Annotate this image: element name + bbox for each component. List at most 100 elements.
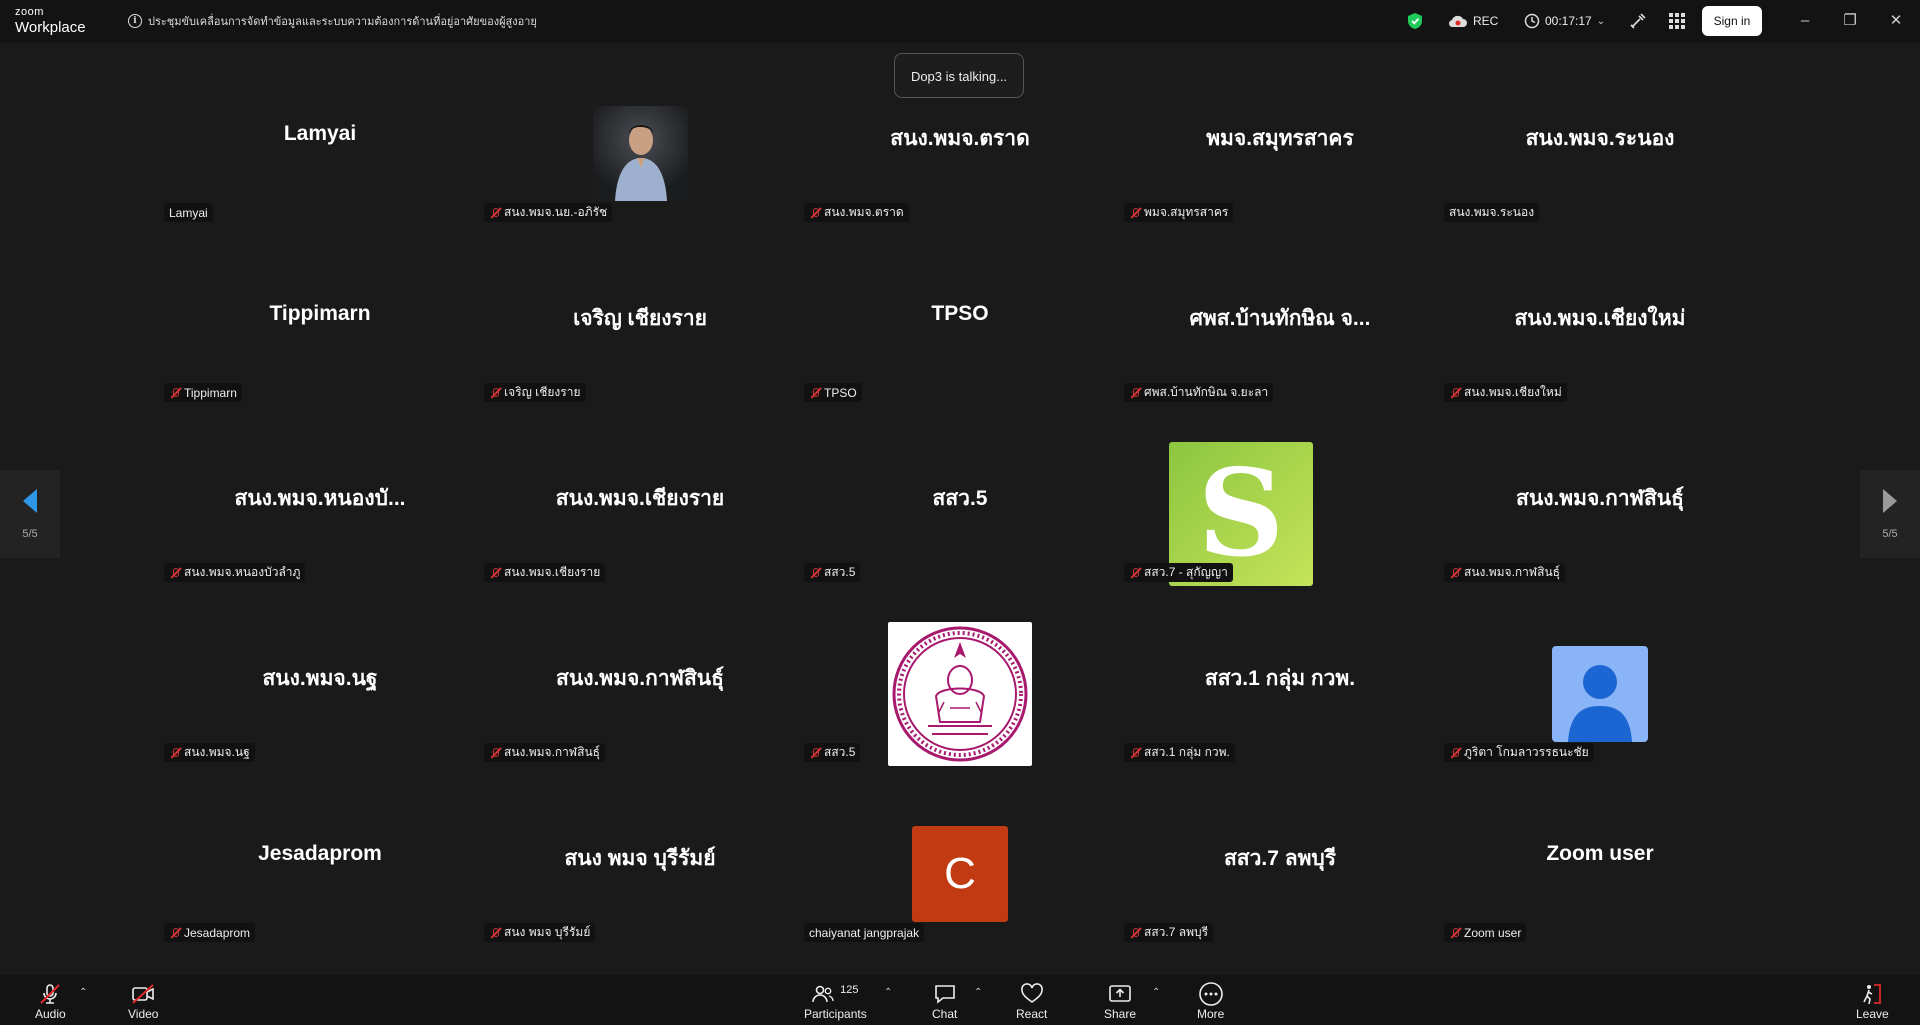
previous-page-button[interactable]: 5/5 — [0, 470, 60, 558]
audio-button[interactable]: Audio — [35, 981, 66, 1021]
audio-label: Audio — [35, 1007, 66, 1021]
recording-indicator[interactable]: REC — [1448, 11, 1498, 31]
participant-tile[interactable]: สสว.5 — [800, 604, 1120, 784]
whiteboard-tool-icon[interactable] — [1629, 11, 1647, 31]
participant-label-text: สสว.7 ลพบุรี — [1144, 925, 1209, 939]
chat-label: Chat — [932, 1007, 958, 1021]
participant-tile[interactable]: ศพส.บ้านทักษิณ จ... ศพส.บ้านทักษิณ จ.ยะลา — [1120, 244, 1440, 424]
participant-display-name: Jesadaprom — [258, 842, 382, 865]
participant-name-label: สนง.พมจ.นฐ — [164, 743, 255, 762]
participant-tile[interactable]: สนง.พมจ.นย.-อภิรัช — [480, 64, 800, 244]
participant-tile[interactable]: สนง.พมจ.ตราด สนง.พมจ.ตราด — [800, 64, 1120, 244]
more-button[interactable]: More — [1197, 981, 1224, 1021]
participant-label-text: สนง.พมจ.กาฬสินธุ์ — [1464, 565, 1560, 579]
meeting-title: ประชุมขับเคลื่อนการจัดทำข้อมูลและระบบควา… — [148, 16, 537, 28]
participants-button[interactable]: 125 Participants — [804, 981, 867, 1021]
participant-label-text: สนง.พมจ.เชียงใหม่ — [1464, 385, 1562, 399]
participant-tile[interactable]: S สสว.7 - สุกัญญา — [1120, 424, 1440, 604]
participant-display-name: เจริญ เชียงราย — [573, 307, 707, 330]
participant-display-name: สนง.พมจ.หนองบั... — [234, 487, 406, 510]
meeting-timer[interactable]: 00:17:17 ⌄ — [1524, 11, 1605, 31]
react-label: React — [1016, 1007, 1048, 1021]
info-icon[interactable]: i — [128, 14, 142, 28]
participants-icon — [812, 985, 834, 1003]
participant-name-label: Jesadaprom — [164, 923, 256, 942]
video-button[interactable]: Video — [128, 981, 158, 1021]
participant-tile[interactable]: สนง.พมจ.หนองบั... สนง.พมจ.หนองบัวลำภู — [160, 424, 480, 604]
participant-name-label: สสว.7 - สุกัญญา — [1124, 563, 1233, 582]
timer-value: 00:17:17 — [1545, 14, 1592, 28]
mic-muted-icon — [489, 746, 502, 759]
participants-options-chevron-icon[interactable]: ⌃ — [884, 987, 892, 998]
leave-button[interactable]: Leave — [1856, 981, 1889, 1021]
mic-muted-icon — [169, 926, 182, 939]
participant-label-text: TPSO — [824, 385, 857, 400]
participant-tile[interactable]: TPSO TPSO — [800, 244, 1120, 424]
more-dots-icon — [1198, 982, 1223, 1006]
mic-muted-icon — [809, 386, 822, 399]
participant-tile[interactable]: ภูริตา โกมลาวรรธนะชัย — [1440, 604, 1760, 784]
participant-label-text: Lamyai — [169, 205, 208, 220]
share-options-chevron-icon[interactable]: ⌃ — [1152, 987, 1160, 998]
react-button[interactable]: React — [1016, 981, 1047, 1021]
participant-tile[interactable]: สนง.พมจ.นฐ สนง.พมจ.นฐ — [160, 604, 480, 784]
leave-door-icon — [1863, 984, 1882, 1005]
participant-tile[interactable]: Zoom user Zoom user — [1440, 784, 1760, 964]
participant-display-name: สนง.พมจ.ระนอง — [1525, 127, 1675, 150]
participant-name-label: สนง พมจ บุรีรัมย์ — [484, 923, 596, 942]
participant-label-text: พมจ.สมุทรสาคร — [1144, 205, 1229, 219]
participant-label-text: สนง.พมจ.นฐ — [184, 745, 250, 759]
close-icon[interactable]: ✕ — [1884, 10, 1908, 32]
participant-label-text: สนง พมจ บุรีรัมย์ — [504, 925, 591, 939]
participant-tile[interactable]: Lamyai Lamyai — [160, 64, 480, 244]
participant-tile[interactable]: สนง พมจ บุรีรัมย์ สนง พมจ บุรีรัมย์ — [480, 784, 800, 964]
cloud-record-icon — [1448, 15, 1467, 28]
participant-label-text: สสว.5 — [824, 565, 856, 579]
participant-name-label: Lamyai — [164, 203, 213, 222]
meeting-info[interactable]: i ประชุมขับเคลื่อนการจัดทำข้อมูลและระบบค… — [128, 12, 537, 30]
video-off-icon — [132, 984, 155, 1004]
next-page-button[interactable]: 5/5 — [1860, 470, 1920, 558]
mic-muted-icon — [1129, 746, 1142, 759]
sign-in-button[interactable]: Sign in — [1702, 6, 1762, 36]
participant-label-text: สนง.พมจ.ระนอง — [1449, 205, 1535, 219]
mic-muted-icon — [169, 746, 182, 759]
participant-tile[interactable]: สนง.พมจ.เชียงราย สนง.พมจ.เชียงราย — [480, 424, 800, 604]
participant-tile[interactable]: Jesadaprom Jesadaprom — [160, 784, 480, 964]
mic-muted-icon — [489, 926, 502, 939]
chat-options-chevron-icon[interactable]: ⌃ — [974, 987, 982, 998]
participant-display-name: ศพส.บ้านทักษิณ จ... — [1189, 307, 1371, 330]
participant-tile[interactable]: Cchaiyanat jangprajak — [800, 784, 1120, 964]
share-button[interactable]: Share — [1104, 981, 1136, 1021]
mic-muted-icon — [169, 566, 182, 579]
participant-tile[interactable]: สสว.5 สสว.5 — [800, 424, 1120, 604]
participant-name-label: พมจ.สมุทรสาคร — [1124, 203, 1234, 222]
participant-name-label: สสว.5 — [804, 563, 861, 582]
chat-button[interactable]: Chat — [932, 981, 957, 1021]
participant-name-label: สนง.พมจ.ตราด — [804, 203, 909, 222]
participant-tile[interactable]: สนง.พมจ.ระนอง สนง.พมจ.ระนอง — [1440, 64, 1760, 244]
apps-grid-icon[interactable] — [1669, 11, 1685, 31]
participant-tile[interactable]: สนง.พมจ.เชียงใหม่ สนง.พมจ.เชียงใหม่ — [1440, 244, 1760, 424]
participant-tile[interactable]: Tippimarn Tippimarn — [160, 244, 480, 424]
participant-tile[interactable]: สสว.1 กลุ่ม กวพ. สสว.1 กลุ่ม กวพ. — [1120, 604, 1440, 784]
page-indicator-right: 5/5 — [1882, 528, 1898, 540]
participant-display-name: สสว.5 — [932, 487, 988, 510]
encryption-shield-icon[interactable] — [1407, 11, 1423, 31]
participant-name-label: สนง.พมจ.หนองบัวลำภู — [164, 563, 306, 582]
participant-tile[interactable]: พมจ.สมุทรสาคร พมจ.สมุทรสาคร — [1120, 64, 1440, 244]
participant-name-label: เจริญ เชียงราย — [484, 383, 586, 402]
participant-tile[interactable]: สนง.พมจ.กาฬสินธุ์ สนง.พมจ.กาฬสินธุ์ — [1440, 424, 1760, 604]
participant-tile[interactable]: สนง.พมจ.กาฬสินธุ์ สนง.พมจ.กาฬสินธุ์ — [480, 604, 800, 784]
audio-options-chevron-icon[interactable]: ⌃ — [79, 987, 87, 998]
mic-muted-icon — [1129, 566, 1142, 579]
mic-muted-icon — [1449, 746, 1462, 759]
minimize-icon[interactable]: – — [1793, 10, 1817, 32]
restore-icon[interactable]: ❐ — [1838, 10, 1862, 32]
chevron-down-icon[interactable]: ⌄ — [1597, 16, 1605, 27]
participant-tile[interactable]: เจริญ เชียงราย เจริญ เชียงราย — [480, 244, 800, 424]
participant-tile[interactable]: สสว.7 ลพบุรี สสว.7 ลพบุรี — [1120, 784, 1440, 964]
leave-label: Leave — [1856, 1007, 1889, 1021]
share-label: Share — [1104, 1007, 1137, 1021]
brand-bottom: Workplace — [15, 19, 86, 36]
